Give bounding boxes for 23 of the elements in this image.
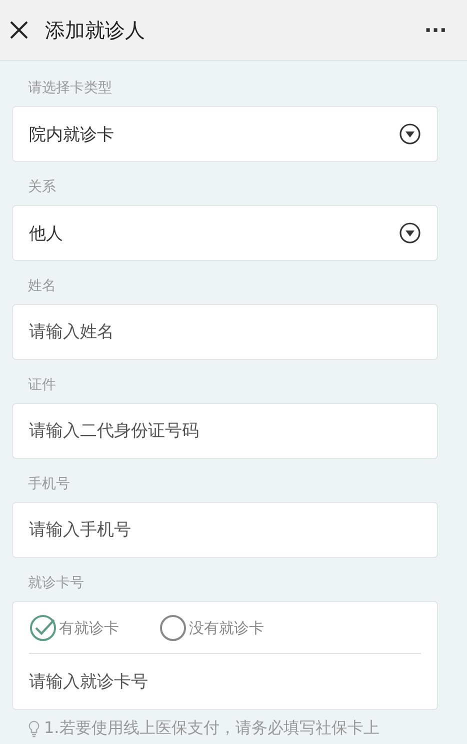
hint-text: 1.若要使用线上医保支付，请务必填写社保卡上 [44, 718, 380, 739]
field-label: 姓名 [27, 277, 57, 295]
input-field[interactable]: 请输入就诊卡号 [12, 654, 438, 710]
input-field[interactable]: 请输入姓名 [12, 304, 438, 360]
page-title: 添加就诊人 [45, 16, 146, 44]
field-label: 证件 [27, 376, 57, 394]
field-label: 请选择卡类型 [27, 79, 113, 97]
close-icon[interactable] [9, 20, 29, 40]
more-button[interactable]: ··· [418, 18, 453, 42]
select-value: 院内就诊卡 [29, 124, 114, 146]
radio-option[interactable]: 没有就诊卡 [159, 614, 264, 642]
dropdown-icon [399, 222, 421, 244]
dropdown-icon [399, 123, 421, 145]
input-field[interactable]: 请输入手机号 [12, 502, 438, 558]
lightbulb-icon [28, 720, 40, 738]
field-label: 关系 [27, 178, 57, 196]
select-field[interactable]: 他人 [12, 205, 438, 261]
select-field[interactable]: 院内就诊卡 [12, 106, 438, 162]
field-label: 手机号 [27, 475, 71, 493]
input-field[interactable]: 请输入二代身份证号码 [12, 403, 438, 459]
select-value: 他人 [29, 222, 63, 244]
field-label: 就诊卡号 [27, 574, 85, 592]
radio-option[interactable]: 有就诊卡 [29, 614, 119, 642]
